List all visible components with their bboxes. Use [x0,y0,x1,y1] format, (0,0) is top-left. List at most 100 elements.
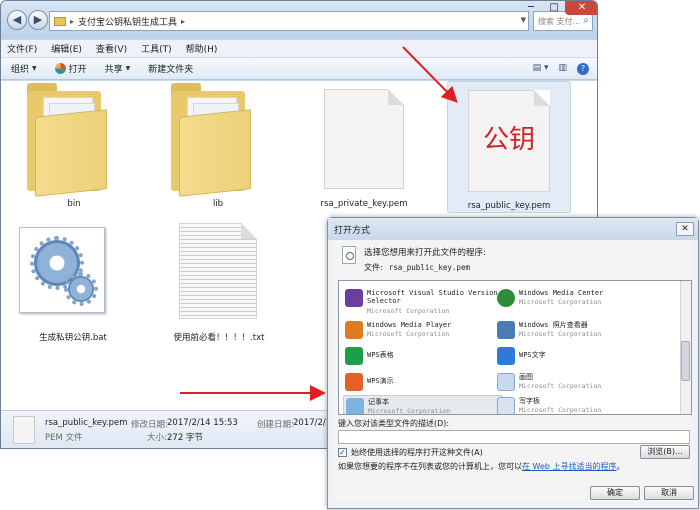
text-file-icon [179,223,257,319]
list-item-bin[interactable]: bin [19,81,129,211]
dialog-title-text: 打开方式 [334,226,371,236]
program-name: WPS文字 [519,351,546,359]
back-button[interactable]: ◀ [7,10,27,30]
open-button[interactable]: 打开 [54,62,87,75]
list-item-private-key[interactable]: rsa_private_key.pem [309,81,419,211]
dialog-title: 打开方式 [328,218,698,240]
paint-icon [497,373,515,391]
always-use-label: 始终使用选择的程序打开这种文件(A) [351,448,483,457]
ok-button[interactable]: 确定 [590,486,640,500]
menu-view[interactable]: 查看(V) [96,42,127,55]
status-file-name: rsa_public_key.pem [45,418,128,428]
program-company: Microsoft Corporation [367,330,450,338]
breadcrumb[interactable]: 支付宝公钥私钥生成工具 [78,15,177,28]
item-label: bin [67,199,81,209]
open-label: 打开 [68,65,87,75]
dialog-prompt: 选择您想用来打开此文件的程序: [364,248,486,258]
help-icon[interactable]: ? [577,63,589,75]
hint-suffix: 。 [616,462,625,471]
program-item[interactable]: Windows 照片查看器 Microsoft Corporation [495,319,655,343]
list-item-txt[interactable]: 使用前必看！！！！.txt [159,221,279,351]
program-item[interactable]: Microsoft Visual Studio Version Selector… [343,287,503,317]
wps-writer-icon [497,347,515,365]
web-search-link[interactable]: 在 Web 上寻找适当的程序 [522,462,617,471]
status-created-value: 2017/2/1 [293,418,332,428]
preview-pane-icon[interactable]: ▥ [558,63,567,75]
status-size-label: 大小: [147,433,167,443]
always-use-checkbox[interactable]: ✓ [338,448,347,457]
chevron-right-icon: ▸ [181,16,186,26]
notepad-icon [346,398,364,414]
program-item[interactable]: WPS文字 [495,345,655,369]
menu-help[interactable]: 帮助(H) [186,42,218,55]
dialog-file-line: 文件: rsa_public_key.pem [364,262,470,273]
dialog-body: 选择您想用来打开此文件的程序: 文件: rsa_public_key.pem Mi… [334,240,694,502]
program-name: Windows Media Center [519,289,604,297]
chevron-down-icon[interactable]: ▼ [521,16,526,24]
status-created-label: 创建日期: [257,420,294,430]
status-modified-label: 修改日期: [131,420,168,430]
explorer-titlebar: ◀ ▶ ▸ 支付宝公钥私钥生成工具 ▸ ▼ 搜索 支付... ⌕ ─ □ ✕ [1,1,597,39]
program-company: Microsoft Corporation [367,307,450,315]
organize-button[interactable]: 组织 ▼ [11,62,37,75]
description-input[interactable] [338,430,690,444]
browse-button[interactable]: 浏览(B)... [640,445,690,459]
file-icon [13,416,35,444]
wps-spreadsheet-icon [345,347,363,365]
item-label: rsa_public_key.pem [467,201,551,211]
program-name: Windows Media Player [367,321,452,329]
program-list-scrollbar[interactable] [680,281,691,414]
file-value: rsa_public_key.pem [388,263,470,272]
photo-viewer-icon [497,321,515,339]
program-name: 记事本 [368,398,389,406]
dialog-close-button[interactable]: ✕ [676,222,694,236]
file-search-icon [342,246,356,264]
new-folder-button[interactable]: 新建文件夹 [148,62,193,75]
close-button[interactable]: ✕ [565,1,597,15]
chevron-down-icon: ▼ [32,65,37,72]
program-item[interactable]: WPS演示 [343,371,503,395]
minimize-button[interactable]: ─ [519,1,543,15]
hint-text: 如果您想要的程序不在列表或您的计算机上，您可以 [338,462,522,471]
list-item-bat[interactable]: 生成私钥公钥.bat [11,221,135,351]
menu-bar: 文件(F) 编辑(E) 查看(V) 工具(T) 帮助(H) [1,40,597,58]
program-company: Microsoft Corporation [519,330,602,338]
open-with-dialog: 打开方式 ✕ 选择您想用来打开此文件的程序: 文件: rsa_public_key… [327,217,699,509]
menu-file[interactable]: 文件(F) [7,42,37,55]
wps-presentation-icon [345,373,363,391]
view-options-icon[interactable]: ▤ ▾ [533,63,549,75]
program-list[interactable]: Microsoft Visual Studio Version Selector… [338,280,692,415]
program-item[interactable]: Windows Media Center Microsoft Corporati… [495,287,655,311]
cancel-button[interactable]: 取消 [644,486,694,500]
list-item-public-key[interactable]: 公钥 rsa_public_key.pem [447,81,571,213]
menu-tools[interactable]: 工具(T) [141,42,172,55]
maximize-button[interactable]: □ [543,1,565,15]
always-use-row[interactable]: ✓ 始终使用选择的程序打开这种文件(A) [338,447,483,458]
program-name: Microsoft Visual Studio Version Selector [367,289,498,305]
program-item[interactable]: 写字板 Microsoft Corporation [495,395,655,414]
new-folder-label: 新建文件夹 [148,65,194,75]
folder-icon [54,16,66,26]
scrollbar-thumb[interactable] [681,341,690,381]
status-size-value: 272 字节 [167,433,203,443]
program-name: 写字板 [519,397,540,405]
address-bar[interactable]: ▸ 支付宝公钥私钥生成工具 ▸ ▼ [49,11,529,31]
search-icon: ⌕ [583,15,589,26]
list-item-lib[interactable]: lib [163,81,273,211]
share-label: 共享 [104,65,123,75]
batch-file-gear-icon [19,227,105,313]
program-item[interactable]: 画图 Microsoft Corporation [495,371,655,395]
description-label: 键入您对该类型文件的描述(D): [338,419,450,428]
program-company: Microsoft Corporation [519,382,602,390]
program-item[interactable]: Windows Media Player Microsoft Corporati… [343,319,503,343]
program-company: Microsoft Corporation [519,298,602,306]
share-button[interactable]: 共享 ▼ [105,62,131,75]
folder-icon [171,83,261,197]
forward-button[interactable]: ▶ [28,10,48,30]
program-item-notepad[interactable]: 记事本 Microsoft Corporation [343,395,503,415]
program-item[interactable]: WPS表格 [343,345,503,369]
open-icon [54,63,66,74]
menu-edit[interactable]: 编辑(E) [51,42,82,55]
file-icon: 公钥 [468,90,550,192]
program-company: Microsoft Corporation [368,407,451,415]
